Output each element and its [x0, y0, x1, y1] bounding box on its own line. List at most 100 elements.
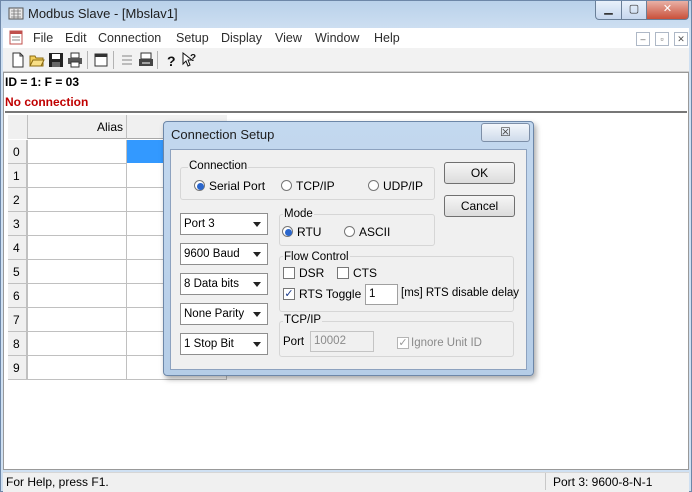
rts-toggle-label[interactable]: RTS Toggle	[299, 287, 361, 301]
toolbar-separator	[113, 51, 114, 69]
menu-view[interactable]: View	[275, 31, 302, 45]
tcpip-radio[interactable]	[281, 180, 292, 191]
grid-cell[interactable]	[127, 284, 164, 308]
grid-cell-alias[interactable]	[27, 260, 127, 284]
menu-window[interactable]: Window	[315, 31, 359, 45]
grid-cell-alias[interactable]	[27, 212, 127, 236]
alias-column-header[interactable]: Alias	[27, 115, 127, 139]
close-icon: ✕	[662, 3, 673, 15]
rts-delay-input[interactable]: 1	[365, 284, 398, 305]
save-icon[interactable]	[48, 52, 64, 68]
document-icon[interactable]	[9, 30, 23, 45]
cts-checkbox[interactable]	[337, 267, 349, 279]
grid-cell[interactable]	[127, 164, 164, 188]
ascii-radio[interactable]	[344, 226, 355, 237]
menu-edit[interactable]: Edit	[65, 31, 87, 45]
status-help-text: For Help, press F1.	[6, 475, 109, 489]
udpip-radio[interactable]	[368, 180, 379, 191]
ignore-unit-id-checkbox[interactable]: ✓	[397, 337, 409, 349]
ignore-unit-id-label[interactable]: Ignore Unit ID	[411, 337, 482, 349]
mdi-close-button[interactable]: ✕	[674, 32, 688, 46]
chevron-down-icon	[253, 342, 261, 347]
menu-display[interactable]: Display	[221, 31, 262, 45]
grid-cell-alias[interactable]	[27, 356, 127, 380]
tcpip-label[interactable]: TCP/IP	[296, 179, 335, 193]
rtu-label[interactable]: RTU	[297, 225, 321, 239]
grid-cell-alias[interactable]	[27, 284, 127, 308]
menu-setup[interactable]: Setup	[176, 31, 209, 45]
cancel-button[interactable]: Cancel	[444, 195, 515, 217]
rtu-radio[interactable]	[282, 226, 293, 237]
ok-button[interactable]: OK	[444, 162, 515, 184]
window-icon[interactable]	[93, 52, 109, 68]
grid-row-header: 9	[8, 356, 27, 380]
grid-cell-selected[interactable]	[127, 140, 164, 163]
slave-info: ID = 1: F = 03	[5, 75, 80, 89]
grid-cell-alias[interactable]	[27, 236, 127, 260]
cts-label[interactable]: CTS	[353, 266, 377, 280]
dsr-label[interactable]: DSR	[299, 266, 324, 280]
close-button[interactable]: ✕	[646, 1, 689, 20]
grid-cell[interactable]	[127, 188, 164, 212]
grid-cell-alias[interactable]	[27, 164, 127, 188]
grid-row-header: 6	[8, 284, 27, 308]
grid-row-header: 2	[8, 188, 27, 212]
close-icon: ☒	[500, 125, 511, 139]
window-title: Modbus Slave - [Mbslav1]	[28, 6, 178, 21]
menu-file[interactable]: File	[33, 31, 53, 45]
svg-text:?: ?	[190, 53, 196, 64]
menu-connection[interactable]: Connection	[98, 31, 161, 45]
grid-cell[interactable]	[127, 332, 164, 356]
connection-status: No connection	[5, 95, 89, 109]
chevron-down-icon	[253, 312, 261, 317]
chevron-down-icon	[253, 282, 261, 287]
grid-row-header: 3	[8, 212, 27, 236]
open-folder-icon[interactable]	[29, 52, 45, 68]
grid-cell-alias[interactable]	[27, 308, 127, 332]
status-port-text: Port 3: 9600-8-N-1	[553, 475, 653, 489]
port-select[interactable]: Port 3	[180, 213, 268, 235]
data-bits-select-value: 8 Data bits	[184, 278, 239, 290]
flow-control-group-label: Flow Control	[283, 251, 350, 263]
print-icon[interactable]	[67, 52, 83, 68]
tcp-port-input[interactable]: 10002	[310, 331, 374, 352]
udpip-label[interactable]: UDP/IP	[383, 179, 423, 193]
serial-port-label[interactable]: Serial Port	[209, 179, 265, 193]
data-bits-select[interactable]: 8 Data bits	[180, 273, 268, 295]
stop-bits-select-value: 1 Stop Bit	[184, 338, 234, 350]
grid-cell[interactable]	[127, 260, 164, 284]
help-icon[interactable]: ?	[163, 52, 179, 68]
svg-text:?: ?	[167, 53, 176, 68]
new-file-icon[interactable]	[10, 52, 26, 68]
dsr-checkbox[interactable]	[283, 267, 295, 279]
ascii-label[interactable]: ASCII	[359, 225, 390, 239]
menu-help[interactable]: Help	[374, 31, 400, 45]
minimize-button[interactable]: ▁	[595, 1, 622, 20]
maximize-button[interactable]: ▢	[621, 1, 647, 20]
grid-cell[interactable]	[127, 308, 164, 332]
print-preview-icon[interactable]	[138, 52, 154, 68]
grid-row-header: 8	[8, 332, 27, 356]
grid-cell[interactable]	[127, 236, 164, 260]
grid-cell-alias[interactable]	[27, 188, 127, 212]
tcp-port-label: Port	[283, 336, 305, 348]
grid-row-header: 1	[8, 164, 27, 188]
stop-bits-select[interactable]: 1 Stop Bit	[180, 333, 268, 355]
mode-group-label: Mode	[283, 208, 314, 220]
title-bar[interactable]: Modbus Slave - [Mbslav1] ▁ ▢ ✕	[0, 0, 692, 28]
rts-toggle-checkbox[interactable]: ✓	[283, 288, 295, 300]
parity-select[interactable]: None Parity	[180, 303, 268, 325]
grid-cell-alias[interactable]	[27, 140, 127, 164]
mdi-minimize-button[interactable]: –	[636, 32, 650, 46]
toolbar-separator	[157, 51, 158, 69]
serial-port-radio[interactable]	[194, 180, 205, 191]
maximize-icon: ▢	[628, 3, 640, 15]
baud-select[interactable]: 9600 Baud	[180, 243, 268, 265]
mdi-restore-button[interactable]: ▫	[655, 32, 669, 46]
grid-cell[interactable]	[127, 212, 164, 236]
dialog-close-button[interactable]: ☒	[481, 123, 530, 142]
grid-cell-alias[interactable]	[27, 332, 127, 356]
context-help-icon[interactable]: ?	[181, 52, 197, 68]
chevron-down-icon	[253, 222, 261, 227]
list-disabled-icon	[122, 55, 132, 65]
